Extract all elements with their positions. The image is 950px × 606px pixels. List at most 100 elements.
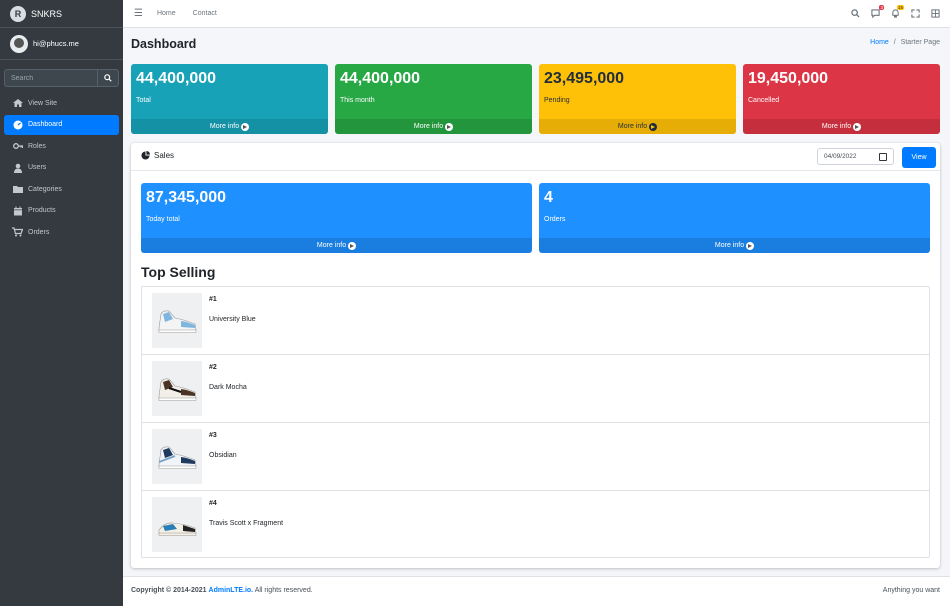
product-image	[152, 361, 202, 416]
date-input[interactable]: 04/09/2022	[817, 148, 894, 165]
list-item[interactable]: #1 University Blue	[142, 287, 929, 355]
chart-pie-icon	[141, 151, 150, 160]
top-navbar: ☰ Home Contact 3 15	[123, 0, 950, 28]
sidebar-item-label: Users	[28, 164, 47, 171]
menu-toggle-icon[interactable]: ☰	[134, 8, 143, 19]
stat-box-cancelled: 19,450,000 Cancelled More info	[743, 64, 940, 134]
breadcrumb: Home / Starter Page	[870, 39, 940, 46]
sidebar-item-view-site[interactable]: View Site	[4, 93, 119, 113]
comments-icon[interactable]: 3	[870, 5, 884, 18]
more-info-link[interactable]: More info	[335, 119, 532, 134]
list-item[interactable]: #3 Obsidian	[142, 423, 929, 491]
top-selling-list: #1 University Blue #2 Dark Mocha #3 Obsi…	[141, 286, 930, 558]
stat-label: Total	[136, 97, 151, 104]
avatar	[10, 34, 28, 53]
more-info-link[interactable]: More info	[743, 119, 940, 134]
stat-value: 87,345,000	[146, 189, 227, 206]
expand-icon[interactable]	[910, 8, 920, 18]
sidebar-item-orders[interactable]: Orders	[4, 222, 119, 242]
sales-card-title: Sales	[141, 151, 174, 160]
rights-text: All rights reserved.	[254, 587, 313, 594]
nav-link-home[interactable]: Home	[157, 10, 176, 17]
grid-icon[interactable]	[930, 8, 940, 18]
stat-value: 19,450,000	[748, 70, 829, 87]
main-footer: Copyright © 2014-2021 AdminLTE.io. All r…	[123, 576, 950, 606]
stat-box-this-month: 44,400,000 This month More info	[335, 64, 532, 134]
more-info-link[interactable]: More info	[539, 238, 930, 253]
page-title: Dashboard	[131, 37, 197, 51]
breadcrumb-home-link[interactable]: Home	[870, 39, 889, 46]
comments-badge: 3	[879, 5, 884, 10]
arrow-circle-right-icon	[746, 241, 755, 250]
arrow-circle-right-icon	[241, 122, 250, 131]
sidebar-item-products[interactable]: Products	[4, 201, 119, 221]
sidebar-search-button[interactable]	[97, 69, 119, 87]
sidebar-item-label: Orders	[28, 228, 50, 236]
stat-value: 44,400,000	[340, 70, 421, 87]
product-image	[152, 497, 202, 552]
stat-label: This month	[340, 97, 375, 104]
dashboard-icon	[12, 119, 23, 130]
more-info-label: More info	[821, 123, 852, 130]
top-selling-title: Top Selling	[141, 264, 216, 280]
arrow-circle-right-icon	[649, 122, 658, 131]
calendar-picker-icon[interactable]	[879, 153, 887, 161]
more-info-link[interactable]: More info	[131, 119, 328, 134]
sidebar-item-label: Products	[28, 207, 56, 214]
view-button[interactable]: View	[902, 147, 936, 168]
list-item[interactable]: #2 Dark Mocha	[142, 355, 929, 423]
product-name: Travis Scott x Fragment	[209, 520, 284, 527]
product-rank: #3	[209, 432, 217, 439]
cart-icon	[12, 227, 23, 238]
breadcrumb-separator: /	[893, 39, 896, 46]
stat-value: 4	[544, 189, 553, 206]
more-info-label: More info	[209, 123, 240, 130]
more-info-link[interactable]: More info	[539, 119, 736, 134]
product-image	[152, 293, 202, 348]
stat-label: Cancelled	[748, 97, 780, 104]
sidebar-search-input[interactable]	[4, 69, 97, 87]
home-icon	[12, 98, 23, 109]
arrow-circle-right-icon	[853, 122, 862, 131]
stat-box-total: 44,400,000 Total More info	[131, 64, 328, 134]
user-panel[interactable]: hi@phucs.me	[0, 28, 123, 60]
sidebar-item-label: Categories	[28, 185, 62, 193]
product-name: Dark Mocha	[209, 384, 247, 391]
product-image	[152, 429, 202, 484]
date-value: 04/09/2022	[824, 153, 857, 160]
copyright-text: Copyright © 2014-2021	[131, 587, 207, 594]
product-rank: #1	[209, 296, 217, 303]
more-info-link[interactable]: More info	[141, 238, 532, 253]
arrow-circle-right-icon	[348, 241, 357, 250]
search-icon[interactable]	[850, 8, 860, 18]
footer-tagline: Anything you want	[882, 587, 940, 594]
more-info-label: More info	[714, 242, 745, 249]
sidebar-item-label: View Site	[28, 99, 58, 107]
product-name: Obsidian	[209, 452, 237, 459]
sidebar-item-dashboard[interactable]: Dashboard	[4, 114, 119, 135]
adminlte-link[interactable]: AdminLTE.io.	[209, 587, 254, 594]
stat-box-pending: 23,495,000 Pending More info	[539, 64, 736, 134]
folder-icon	[12, 184, 23, 195]
orders-box: 4 Orders More info	[539, 183, 930, 253]
sidebar-item-roles[interactable]: Roles	[4, 136, 119, 156]
user-icon	[12, 162, 23, 173]
nav-link-contact[interactable]: Contact	[193, 10, 217, 17]
sidebar-search	[4, 69, 119, 87]
list-item[interactable]: #4 Travis Scott x Fragment	[142, 491, 929, 559]
sales-card-header: Sales 04/09/2022 View	[131, 143, 940, 171]
bell-icon[interactable]: 15	[890, 5, 904, 18]
user-email: hi@phucs.me	[33, 39, 79, 48]
today-total-box: 87,345,000 Today total More info	[141, 183, 532, 253]
sidebar-item-label: Roles	[28, 142, 46, 150]
sidebar-item-categories[interactable]: Categories	[4, 179, 119, 199]
more-info-label: More info	[413, 123, 444, 130]
brand-link[interactable]: R SNKRS	[0, 0, 123, 28]
sidebar-item-users[interactable]: Users	[4, 158, 119, 178]
calendar-icon	[12, 205, 23, 216]
key-icon	[12, 141, 23, 152]
arrow-circle-right-icon	[445, 122, 454, 131]
sales-card: Sales 04/09/2022 View 87,345,000 Today t…	[131, 143, 940, 568]
sidebar-item-label: Dashboard	[28, 121, 63, 128]
stat-label: Orders	[544, 216, 566, 223]
